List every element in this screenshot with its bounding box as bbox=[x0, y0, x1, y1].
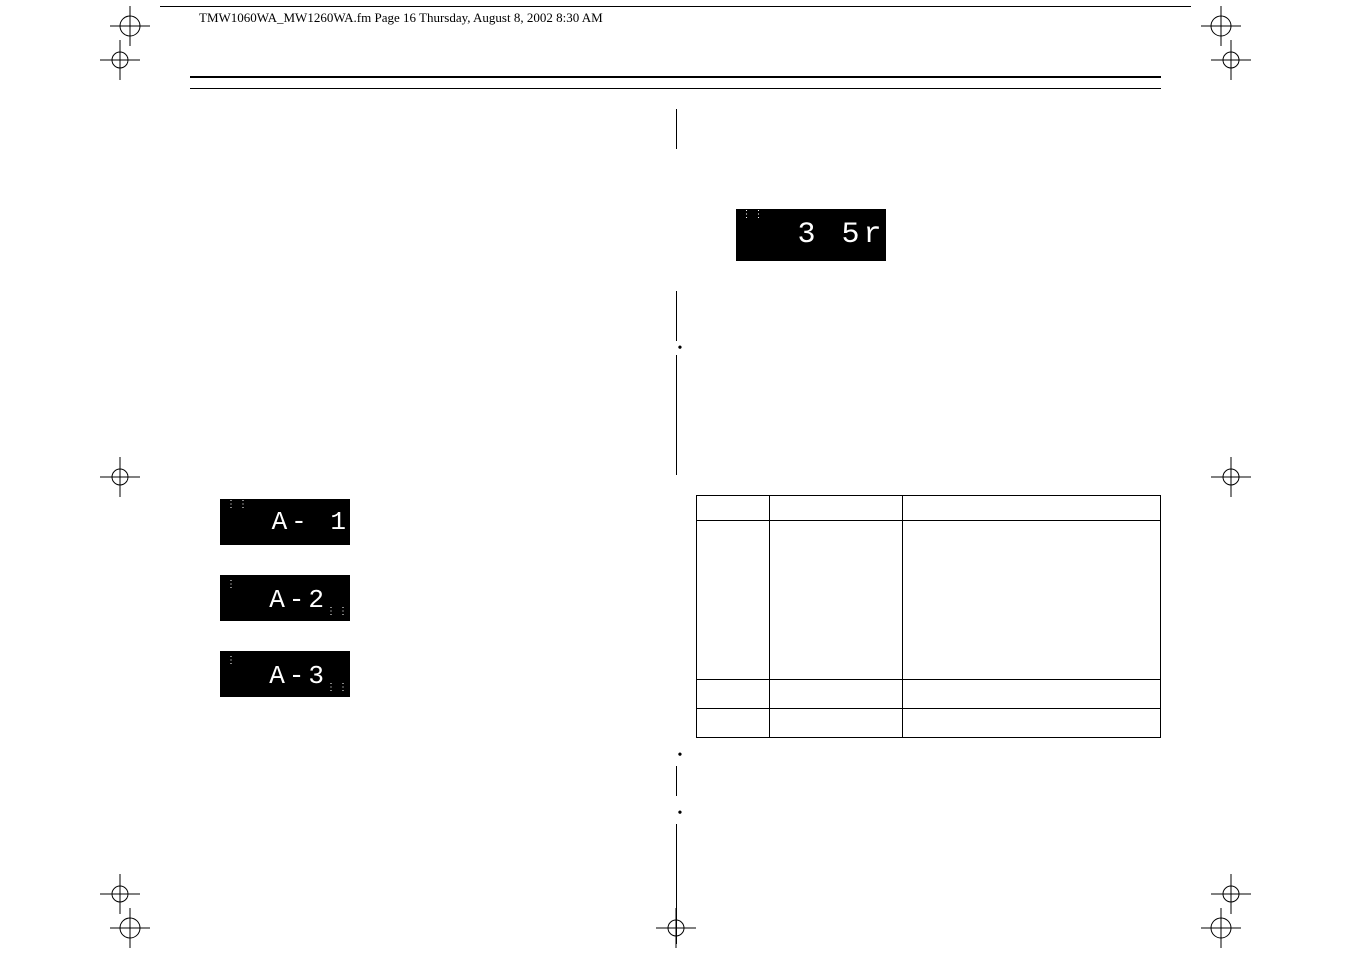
segment-display: ⋮ A-3 ⋮⋮ bbox=[220, 651, 350, 697]
segment-dots-icon: ⋮ bbox=[226, 579, 238, 590]
table-header bbox=[696, 496, 769, 521]
top-rule-thin bbox=[190, 88, 1161, 89]
segment-display: ⋮⋮ A- 1 bbox=[220, 499, 350, 545]
table-cell bbox=[769, 521, 902, 680]
segment-display: ⋮ A-2 ⋮⋮ bbox=[220, 575, 350, 621]
segment-dots-icon: ⋮ bbox=[226, 655, 238, 666]
table-cell bbox=[902, 709, 1161, 738]
crop-mark-icon bbox=[100, 457, 140, 497]
column-divider bbox=[676, 291, 1162, 341]
segment-dots-icon: ⋮⋮ bbox=[326, 682, 350, 693]
table-cell bbox=[902, 680, 1161, 709]
segment-text: A-3 bbox=[269, 661, 328, 691]
segment-dots-icon: ⋮⋮ bbox=[326, 606, 350, 617]
crop-mark-icon bbox=[1211, 457, 1251, 497]
crop-mark-icon bbox=[1211, 40, 1251, 80]
segment-dots-icon: ⋮⋮ bbox=[226, 499, 250, 510]
left-column: ⋮⋮ A- 1 ⋮ A-2 ⋮⋮ ⋮ A-3 ⋮⋮ bbox=[190, 109, 656, 944]
segment-text: 3 5r bbox=[797, 218, 885, 252]
header-rule bbox=[160, 6, 1191, 7]
info-table bbox=[696, 495, 1162, 738]
crop-mark-icon bbox=[100, 40, 140, 80]
column-divider bbox=[676, 109, 1162, 149]
table-header bbox=[769, 496, 902, 521]
table-cell bbox=[769, 709, 902, 738]
page-body: ⋮⋮ A- 1 ⋮ A-2 ⋮⋮ ⋮ A-3 ⋮⋮ bbox=[190, 60, 1161, 894]
table-cell bbox=[769, 680, 902, 709]
crop-mark-icon bbox=[1211, 874, 1251, 914]
segment-text: A- 1 bbox=[272, 507, 350, 537]
top-rule-thick bbox=[190, 76, 1161, 78]
table-cell bbox=[696, 521, 769, 680]
segment-text: A-2 bbox=[269, 585, 328, 615]
column-divider bbox=[676, 355, 1162, 475]
segment-dots-icon: ⋮⋮ bbox=[742, 209, 766, 220]
column-divider bbox=[676, 766, 1162, 796]
table-cell bbox=[696, 680, 769, 709]
right-column: ⋮⋮ 3 5r bbox=[696, 109, 1162, 944]
crop-mark-icon bbox=[100, 874, 140, 914]
segment-display: ⋮⋮ 3 5r bbox=[736, 209, 886, 261]
bullet-item bbox=[696, 341, 1162, 355]
bullet-item bbox=[696, 806, 1162, 820]
table-cell bbox=[902, 521, 1161, 680]
column-divider bbox=[676, 824, 1162, 944]
header-note: TMW1060WA_MW1260WA.fm Page 16 Thursday, … bbox=[195, 10, 607, 26]
table-cell bbox=[696, 709, 769, 738]
table-header bbox=[902, 496, 1161, 521]
bullet-item bbox=[696, 748, 1162, 762]
